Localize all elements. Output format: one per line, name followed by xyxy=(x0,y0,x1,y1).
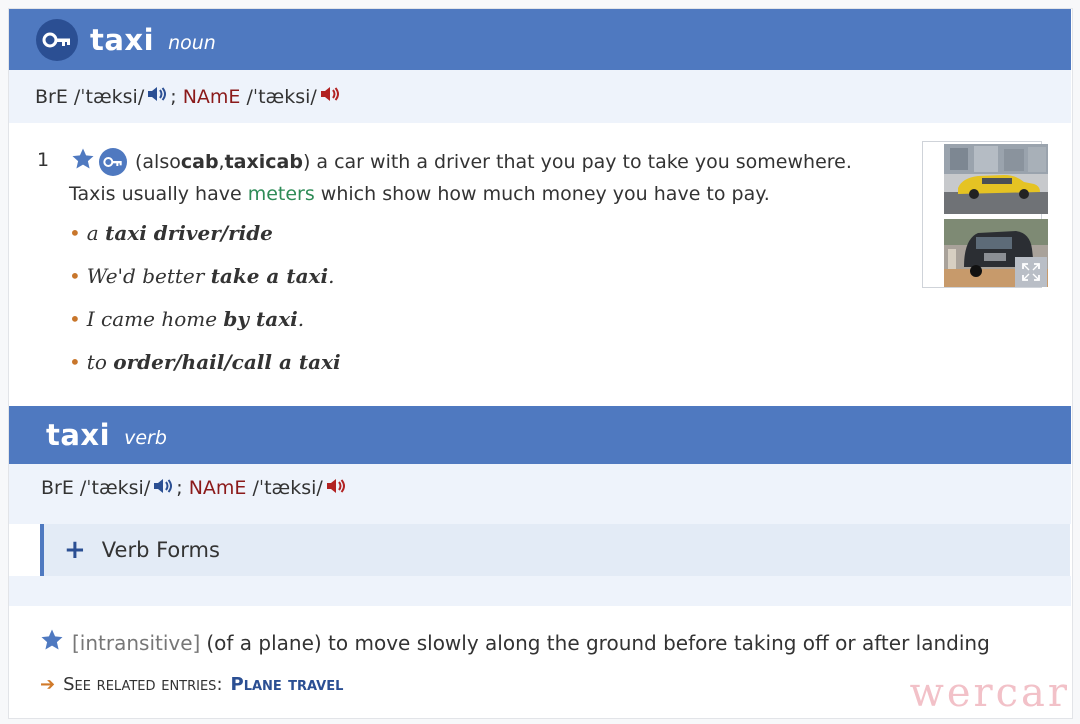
bullet: • xyxy=(69,221,81,245)
also-word-cab: cab xyxy=(180,150,219,173)
see-related-entries: ➔ See related entries: Plane travel xyxy=(40,674,343,695)
oxford-3000-key-icon[interactable] xyxy=(36,18,78,61)
verb-forms-spacer xyxy=(9,512,1071,524)
verb-forms-toggle[interactable]: + Verb Forms xyxy=(40,524,1070,576)
bre-label: BrE xyxy=(35,85,68,108)
also-open: (also xyxy=(135,150,181,173)
meters-link[interactable]: meters xyxy=(248,183,315,205)
example-collocation: by taxi xyxy=(223,307,298,331)
verb-part-of-speech: verb xyxy=(124,427,167,449)
name-speaker-icon[interactable] xyxy=(325,475,347,502)
example-2: • We'd better take a taxi. xyxy=(69,264,334,288)
taxi-picture-thumbnail[interactable] xyxy=(922,141,1048,288)
name-label: NAmE xyxy=(188,477,247,499)
noun-part-of-speech: noun xyxy=(168,31,216,54)
example-text: I came home xyxy=(86,307,224,331)
verb-definition-text: (of a plane) to move slowly along the gr… xyxy=(206,630,990,655)
example-collocation: take a taxi xyxy=(210,264,329,288)
star-icon xyxy=(40,628,64,657)
expand-image-icon[interactable] xyxy=(1015,257,1047,287)
definition-line-2: Taxis usually have meters which show how… xyxy=(69,183,770,205)
bullet: • xyxy=(69,264,81,288)
bre-ipa: /ˈtæksi/ xyxy=(79,477,151,499)
example-text-end: . xyxy=(297,307,305,331)
noun-entry-header: taxi noun xyxy=(9,9,1071,70)
pron-separator: ; xyxy=(170,85,177,108)
grammar-label: [intransitive] xyxy=(72,630,201,655)
example-text: a xyxy=(86,221,106,245)
also-word-taxicab: taxicab xyxy=(224,150,303,173)
name-label: NAmE xyxy=(182,85,241,108)
verb-entry-header: taxi verb xyxy=(9,406,1071,464)
noun-pronunciation-row: BrE /ˈtæksi/ ; NAmE /ˈtæksi/ xyxy=(9,70,1071,123)
bullet: • xyxy=(69,350,81,374)
verb-pronunciation-row: BrE /ˈtæksi/ ; NAmE /ˈtæksi/ xyxy=(9,464,1071,512)
example-collocation: order/hail/call a taxi xyxy=(113,350,341,374)
bre-ipa: /ˈtæksi/ xyxy=(73,85,145,108)
verb-headword: taxi xyxy=(46,418,111,452)
definition-line-2-start: Taxis usually have xyxy=(69,183,248,205)
verb-forms-label: Verb Forms xyxy=(101,538,220,562)
bre-speaker-icon[interactable] xyxy=(146,83,168,110)
star-icon xyxy=(71,147,95,176)
verb-definition: [intransitive] (of a plane) to move slow… xyxy=(40,628,990,657)
example-text: We'd better xyxy=(86,264,211,288)
sense-number: 1 xyxy=(37,149,50,171)
name-speaker-icon[interactable] xyxy=(319,83,341,110)
noun-sense-1: 1 (also cab, taxicab) a car with a drive… xyxy=(9,123,1071,406)
example-1: • a taxi driver/ride xyxy=(69,221,273,245)
yellow-taxi-image xyxy=(944,144,1048,214)
oxford-key-small-icon[interactable] xyxy=(99,147,127,176)
definition-line-1: (also cab, taxicab) a car with a driver … xyxy=(71,147,852,176)
arrow-right-icon: ➔ xyxy=(40,674,56,695)
example-text-end: . xyxy=(328,264,335,288)
bre-speaker-icon[interactable] xyxy=(152,475,174,502)
noun-headword: taxi xyxy=(90,22,155,57)
plane-travel-link[interactable]: Plane travel xyxy=(231,674,344,695)
example-collocation: taxi driver/ride xyxy=(105,221,273,245)
watermark: wercar xyxy=(909,670,1070,716)
pron-separator: ; xyxy=(176,477,183,499)
name-ipa: /ˈtæksi/ xyxy=(252,477,323,499)
verb-forms-background xyxy=(9,576,1071,606)
definition-text: ) a car with a driver that you pay to ta… xyxy=(302,150,852,173)
example-text: to xyxy=(86,350,114,374)
definition-line-2-end: which show how much money you have to pa… xyxy=(314,183,770,205)
example-3: • I came home by taxi. xyxy=(69,307,304,331)
bullet: • xyxy=(69,307,81,331)
example-4: • to order/hail/call a taxi xyxy=(69,350,341,374)
see-related-label: See related entries: xyxy=(63,674,223,695)
bre-label: BrE xyxy=(41,477,74,499)
plus-icon: + xyxy=(64,535,86,565)
name-ipa: /ˈtæksi/ xyxy=(246,85,317,108)
